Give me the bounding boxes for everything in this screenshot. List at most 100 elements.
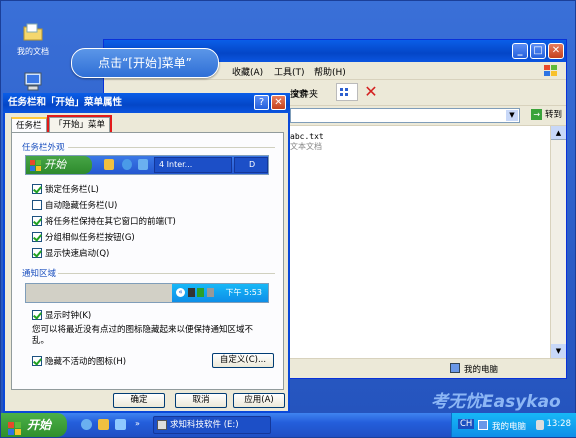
customize-button[interactable]: 自定义(C)... <box>212 353 274 368</box>
folders-label: 文件夹 <box>291 90 319 100</box>
chevron-right-icon[interactable]: » <box>135 419 140 428</box>
checkbox-mark <box>32 184 42 194</box>
go-button[interactable]: → 转到 <box>531 108 562 123</box>
windows-flag-icon <box>30 159 41 171</box>
group-divider <box>68 147 275 148</box>
group-buttons-checkbox[interactable]: 分组相似任务栏按钮(G) <box>32 231 135 243</box>
taskbar: 开始 » 求知科技软件 (E:) CH 我的电脑 13:28 <box>1 413 576 437</box>
tray-icon-2 <box>197 288 205 297</box>
chevron-down-icon[interactable]: ▼ <box>506 110 518 121</box>
start-label: 开始 <box>27 418 52 432</box>
checkbox-mark <box>32 200 42 210</box>
checkbox-label: 将任务栏保持在其它窗口的前端(T) <box>45 217 176 227</box>
task-item-label: 求知科技软件 (E:) <box>170 420 239 430</box>
preview-task-item-2: D <box>234 157 268 173</box>
system-tray: CH 我的电脑 13:28 <box>451 413 576 437</box>
watermark: 考无忧Easykao <box>431 392 561 412</box>
menu-tools[interactable]: 工具(T) <box>274 65 305 78</box>
go-arrow-icon: → <box>531 109 543 120</box>
notify-description: 您可以将最近没有点过的图标隐藏起来以便保持通知区域不乱。 <box>32 325 254 346</box>
group-taskbar-appearance: 任务栏外观 <box>22 143 65 153</box>
preview-task-item: 4 Inter... <box>154 157 232 173</box>
drive-icon <box>157 420 167 430</box>
apply-button[interactable]: 应用(A) <box>233 393 285 408</box>
ie-icon <box>122 159 132 170</box>
ie-quicklaunch-icon[interactable] <box>81 419 92 430</box>
checkbox-label: 自动隐藏任务栏(U) <box>45 201 118 211</box>
checkbox-label: 显示时钟(K) <box>45 311 92 321</box>
preview-tray: « 下午 5:53 <box>172 284 268 302</box>
preview-time: 下午 5:53 <box>225 288 262 297</box>
tab-start-menu[interactable]: 「开始」菜单 <box>46 115 113 134</box>
clock[interactable]: 13:28 <box>547 419 572 429</box>
lock-taskbar-checkbox[interactable]: 锁定任务栏(L) <box>32 183 99 195</box>
speaker-icon <box>206 288 214 297</box>
tray-icon-1 <box>187 288 195 297</box>
tab-taskbar[interactable]: 任务栏 <box>11 117 47 133</box>
file-item[interactable]: abc.txt 文本文档 <box>290 132 324 152</box>
preview-start-label: 开始 <box>44 158 66 171</box>
tab-panel: 任务栏外观 开始 4 Inter... D 锁定任务栏(L) 自动隐藏任务栏(U… <box>11 132 284 390</box>
preview-start-button: 开始 <box>26 156 92 174</box>
vertical-scrollbar[interactable]: ▲ ▼ <box>550 126 566 358</box>
dialog-title[interactable]: 任务栏和「开始」菜单属性 <box>3 93 290 113</box>
instruction-callout: 点击“[开始]菜单” <box>71 48 219 78</box>
task-item-drive[interactable]: 求知科技软件 (E:) <box>153 416 271 434</box>
keep-on-top-checkbox[interactable]: 将任务栏保持在其它窗口的前端(T) <box>32 215 176 227</box>
chevron-left-icon: « <box>176 288 185 297</box>
checkbox-label: 显示快速启动(Q) <box>45 249 110 259</box>
ok-button[interactable]: 确定 <box>113 393 165 408</box>
start-button[interactable]: 开始 <box>1 413 67 437</box>
show-clock-checkbox[interactable]: 显示时钟(K) <box>32 309 91 321</box>
group-notification-area: 通知区域 <box>22 269 57 279</box>
speaker-icon[interactable] <box>536 420 544 430</box>
scroll-up-icon[interactable]: ▲ <box>551 126 566 140</box>
views-button[interactable] <box>336 83 358 101</box>
auto-hide-checkbox[interactable]: 自动隐藏任务栏(U) <box>32 199 117 211</box>
menu-favorites[interactable]: 收藏(A) <box>232 65 263 78</box>
views-icon <box>340 88 348 96</box>
address-input[interactable]: ▼ <box>290 108 520 123</box>
desktop-icon-label: 我的文档 <box>17 47 49 56</box>
windows-flag-icon <box>8 419 21 435</box>
media-quicklaunch-icon[interactable] <box>98 419 109 430</box>
checkbox-mark <box>32 216 42 226</box>
explorer-close-button[interactable]: ✕ <box>548 43 564 59</box>
computer-icon <box>22 71 44 93</box>
file-type: 文本文档 <box>290 142 322 151</box>
file-name: abc.txt <box>290 132 324 141</box>
checkbox-mark <box>32 310 42 320</box>
desktop: 我的文档 _ □ ✕ 收藏(A) 工具(T) 帮助(H) 搜索 后退 文件夹 <box>0 0 576 438</box>
group-divider <box>58 273 275 274</box>
scroll-down-icon[interactable]: ▼ <box>551 344 566 358</box>
computer-tray-icon <box>478 420 488 430</box>
tray-preview: « 下午 5:53 <box>25 283 269 303</box>
show-desktop-icon[interactable] <box>115 419 126 430</box>
go-label: 转到 <box>544 110 562 120</box>
dialog-close-button[interactable]: ✕ <box>271 95 286 110</box>
checkbox-label: 锁定任务栏(L) <box>45 185 99 195</box>
quick-launch-icon <box>104 159 114 170</box>
taskbar-properties-dialog: 任务栏和「开始」菜单属性 ? ✕ 任务栏 「开始」菜单 任务栏外观 开始 4 I… <box>3 93 290 413</box>
computer-small-icon <box>450 363 460 373</box>
delete-icon[interactable]: ✕ <box>362 83 380 101</box>
checkbox-mark <box>32 248 42 258</box>
checkbox-mark <box>32 356 42 366</box>
quick-launch-checkbox[interactable]: 显示快速启动(Q) <box>32 247 109 259</box>
menu-help[interactable]: 帮助(H) <box>314 65 346 78</box>
folder-icon <box>22 21 44 43</box>
status-location: 我的电脑 <box>464 365 499 375</box>
checkbox-label: 分组相似任务栏按钮(G) <box>45 233 135 243</box>
maximize-button[interactable]: □ <box>530 43 546 59</box>
ime-indicator[interactable]: CH <box>458 419 475 429</box>
taskbar-preview: 开始 4 Inter... D <box>25 155 269 175</box>
windows-logo-icon <box>542 63 560 79</box>
minimize-button[interactable]: _ <box>512 43 528 59</box>
desktop-icon <box>138 159 148 170</box>
cancel-button[interactable]: 取消 <box>175 393 227 408</box>
tray-computer-label[interactable]: 我的电脑 <box>492 420 526 432</box>
help-button[interactable]: ? <box>254 95 269 110</box>
checkbox-mark <box>32 232 42 242</box>
hide-inactive-checkbox[interactable]: 隐藏不活动的图标(H) <box>32 355 126 367</box>
desktop-icon-my-documents[interactable]: 我的文档 <box>9 21 57 57</box>
